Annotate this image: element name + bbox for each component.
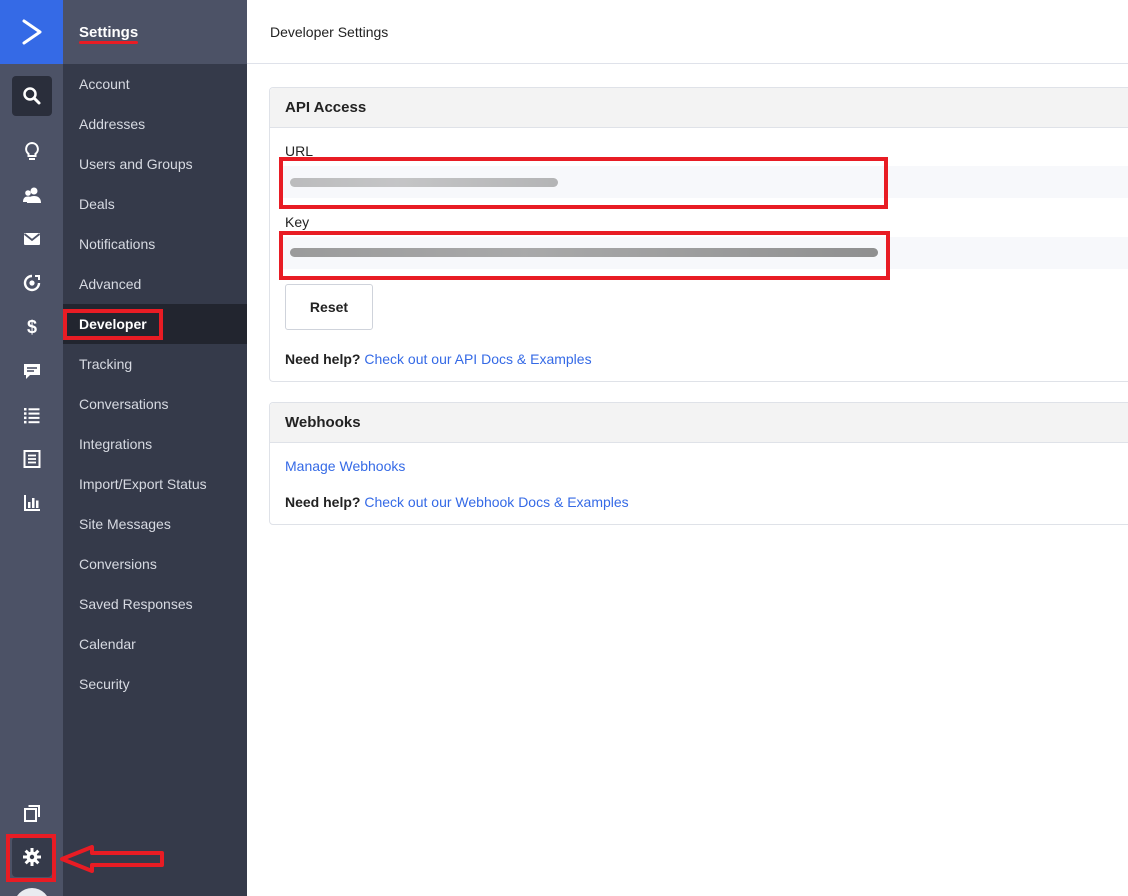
main-content: Developer Settings API Access URL Key Re…: [247, 0, 1128, 896]
sidebar-item-conversions[interactable]: Conversions: [63, 544, 247, 584]
key-label: Key: [285, 214, 310, 230]
annotation-box-url: [279, 157, 888, 209]
help-prefix: Need help?: [285, 494, 361, 510]
sidebar-item-calendar[interactable]: Calendar: [63, 624, 247, 664]
avatar[interactable]: [14, 888, 50, 896]
sidebar-item-notifications[interactable]: Notifications: [63, 224, 247, 264]
dollar-icon[interactable]: $: [12, 307, 52, 347]
forms-icon[interactable]: [12, 439, 52, 479]
sidebar-item-advanced[interactable]: Advanced: [63, 264, 247, 304]
sidebar-item-conversations[interactable]: Conversations: [63, 384, 247, 424]
automation-icon[interactable]: [12, 263, 52, 303]
pages-icon[interactable]: [12, 793, 52, 833]
sidebar-item-account[interactable]: Account: [63, 64, 247, 104]
sidebar-item-users-and-groups[interactable]: Users and Groups: [63, 144, 247, 184]
lists-icon[interactable]: [12, 395, 52, 435]
help-prefix: Need help?: [285, 351, 361, 367]
api-access-title: API Access: [270, 88, 1128, 128]
settings-sidebar: Settings Account Addresses Users and Gro…: [63, 0, 247, 896]
icon-rail: $: [0, 0, 63, 896]
email-icon[interactable]: [12, 219, 52, 259]
sidebar-item-tracking[interactable]: Tracking: [63, 344, 247, 384]
webhook-docs-link[interactable]: Check out our Webhook Docs & Examples: [364, 494, 628, 510]
api-help-text: Need help? Check out our API Docs & Exam…: [285, 351, 592, 367]
webhook-help-text: Need help? Check out our Webhook Docs & …: [285, 494, 629, 510]
webhooks-card: Webhooks Manage Webhooks Need help? Chec…: [269, 402, 1128, 525]
page-title: Developer Settings: [247, 0, 1128, 64]
contacts-icon[interactable]: [12, 175, 52, 215]
sidebar-item-integrations[interactable]: Integrations: [63, 424, 247, 464]
manage-webhooks-link[interactable]: Manage Webhooks: [285, 458, 405, 474]
annotation-box-key: [279, 231, 890, 280]
api-docs-link[interactable]: Check out our API Docs & Examples: [364, 351, 591, 367]
sidebar-item-security[interactable]: Security: [63, 664, 247, 704]
activecampaign-logo-icon[interactable]: [0, 0, 63, 64]
settings-title: Settings: [79, 23, 139, 44]
annotation-box-gear: [6, 834, 56, 882]
sidebar-item-addresses[interactable]: Addresses: [63, 104, 247, 144]
sidebar-item-deals[interactable]: Deals: [63, 184, 247, 224]
svg-text:$: $: [27, 317, 37, 337]
search-icon[interactable]: [12, 76, 52, 116]
settings-header: Settings: [63, 0, 247, 64]
conversations-icon[interactable]: [12, 351, 52, 391]
annotation-arrow-icon: [60, 845, 164, 873]
reset-button[interactable]: Reset: [285, 284, 373, 330]
sidebar-item-site-messages[interactable]: Site Messages: [63, 504, 247, 544]
webhooks-title: Webhooks: [270, 403, 1128, 443]
lightbulb-icon[interactable]: [12, 131, 52, 171]
annotation-box-developer: [63, 309, 163, 340]
sidebar-item-import-export-status[interactable]: Import/Export Status: [63, 464, 247, 504]
reports-icon[interactable]: [12, 483, 52, 523]
sidebar-item-saved-responses[interactable]: Saved Responses: [63, 584, 247, 624]
